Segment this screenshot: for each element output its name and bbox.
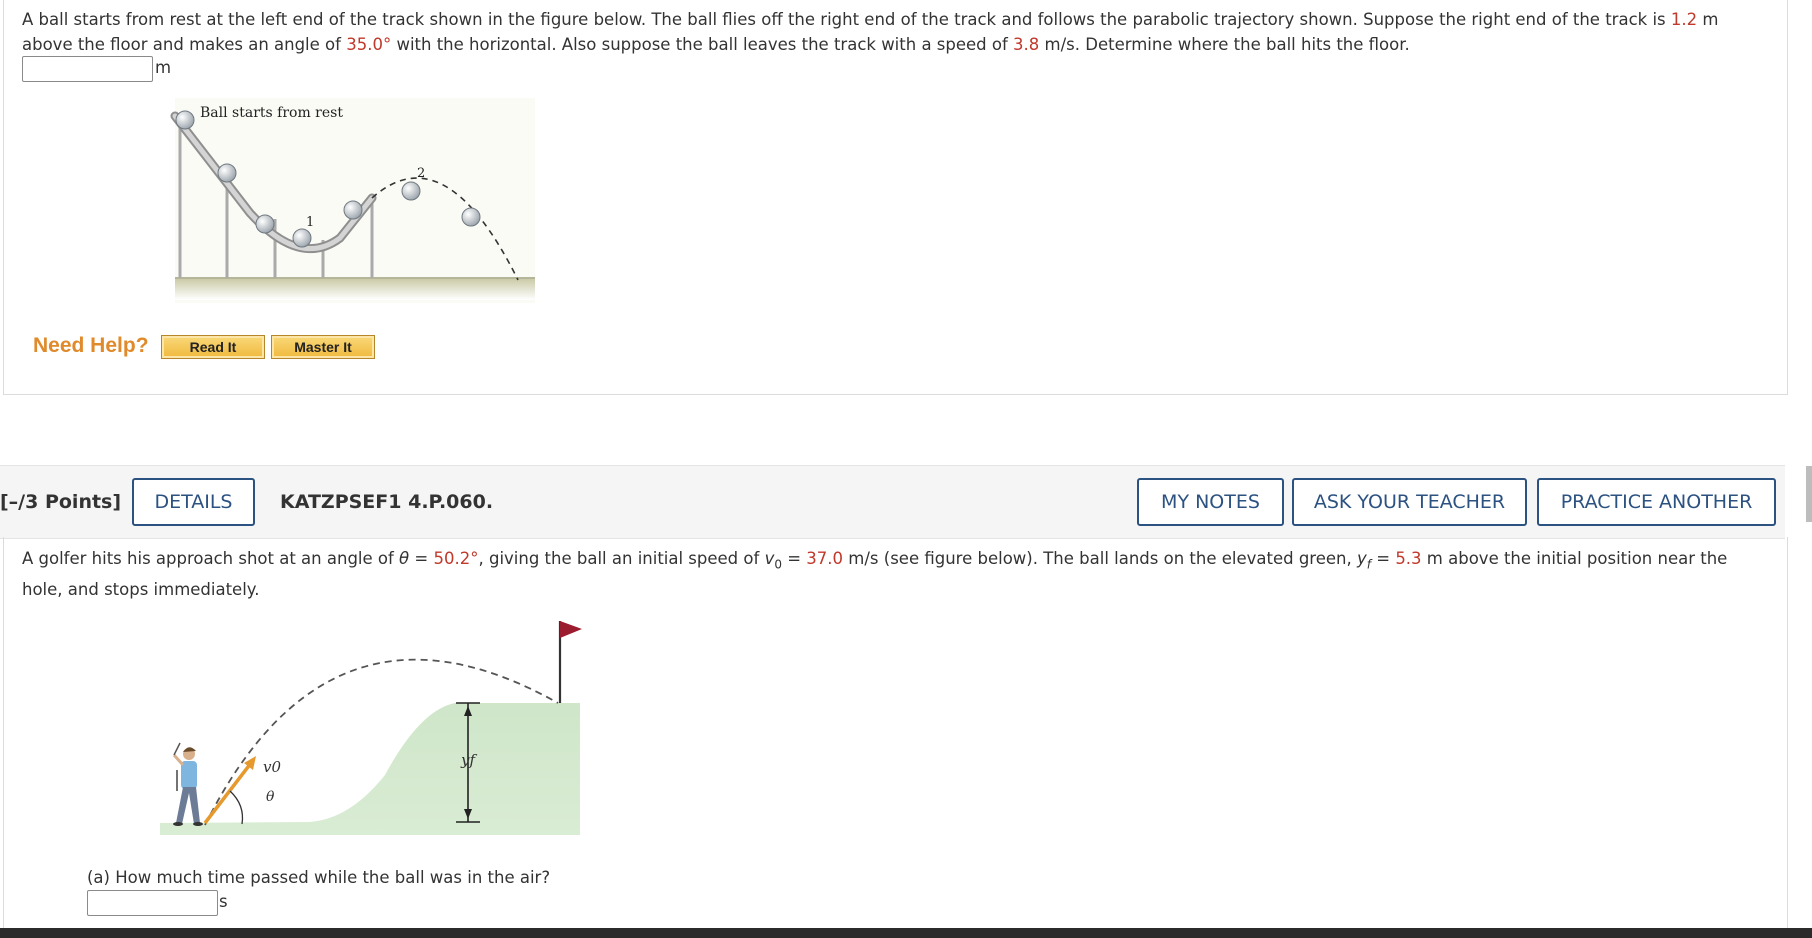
equals-sign: =: [409, 549, 434, 568]
given-v0: 37.0: [806, 549, 844, 568]
need-help-label: Need Help?: [33, 334, 149, 357]
theta-symbol: θ: [399, 549, 410, 568]
v0-arrow: [203, 761, 253, 825]
master-it-button[interactable]: Master It: [271, 335, 375, 359]
v0-subscript: 0: [774, 557, 782, 572]
v0-symbol: v: [764, 549, 775, 568]
answer-unit-part-a: s: [219, 892, 228, 911]
problem-2-text-part: m/s (see figure below). The ball lands o…: [843, 549, 1357, 568]
equals-sign: =: [781, 549, 807, 568]
problem-1-text-part: m/s. Determine where the ball hits the f…: [1039, 35, 1410, 54]
label-ball-starts: Ball starts from rest: [200, 105, 343, 121]
yf-symbol: y: [1356, 549, 1367, 568]
label-theta: θ: [266, 789, 275, 805]
answer-input-part-a[interactable]: [87, 890, 218, 916]
read-it-button[interactable]: Read It: [161, 335, 265, 359]
scrollbar-thumb[interactable]: [1806, 466, 1812, 522]
label-v0: v0: [263, 758, 281, 776]
label-position-2: 2: [417, 166, 425, 181]
equals-sign: =: [1370, 549, 1396, 568]
given-theta: 50.2°: [433, 549, 479, 568]
practice-another-button[interactable]: PRACTICE ANOTHER: [1537, 478, 1776, 526]
part-a-question: (a) How much time passed while the ball …: [87, 868, 551, 887]
golf-figure: yf v0 θ: [160, 621, 582, 835]
question-header: [–/3 Points] DETAILS KATZPSEF1 4.P.060. …: [0, 465, 1785, 539]
problem-2-text-part: , giving the ball an initial speed of: [478, 549, 765, 568]
problem-1-text-part: A ball starts from rest at the left end …: [22, 10, 1671, 29]
flag-icon: [560, 621, 582, 638]
my-notes-button[interactable]: MY NOTES: [1137, 478, 1284, 526]
elevated-green: [160, 703, 580, 835]
problem-2-text-part: A golfer hits his approach shot at an an…: [22, 549, 400, 568]
points-label: [–/3 Points]: [0, 491, 122, 513]
label-position-1: 1: [306, 215, 314, 230]
ask-your-teacher-button[interactable]: ASK YOUR TEACHER: [1292, 478, 1527, 526]
given-yf: 5.3: [1395, 549, 1422, 568]
golfer-icon: [172, 742, 203, 826]
answer-input-problem-1[interactable]: [22, 56, 153, 82]
given-height: 1.2: [1670, 10, 1698, 29]
answer-unit: m: [155, 58, 172, 77]
label-yf: yf: [460, 751, 477, 769]
details-button[interactable]: DETAILS: [132, 478, 255, 526]
problem-1-text: A ball starts from rest at the left end …: [22, 7, 1752, 57]
question-id: KATZPSEF1 4.P.060.: [280, 491, 494, 513]
track-figure: Ball starts from rest 1 2: [170, 98, 535, 303]
floor: [175, 278, 535, 300]
given-speed: 3.8: [1013, 35, 1040, 54]
problem-2-text: A golfer hits his approach shot at an an…: [22, 546, 1752, 602]
bottom-bar: [0, 928, 1812, 938]
theta-arc: [229, 790, 244, 825]
given-angle: 35.0°: [346, 35, 392, 54]
problem-1-text-part: with the horizontal. Also suppose the ba…: [391, 35, 1014, 54]
figure-background: [175, 98, 535, 303]
